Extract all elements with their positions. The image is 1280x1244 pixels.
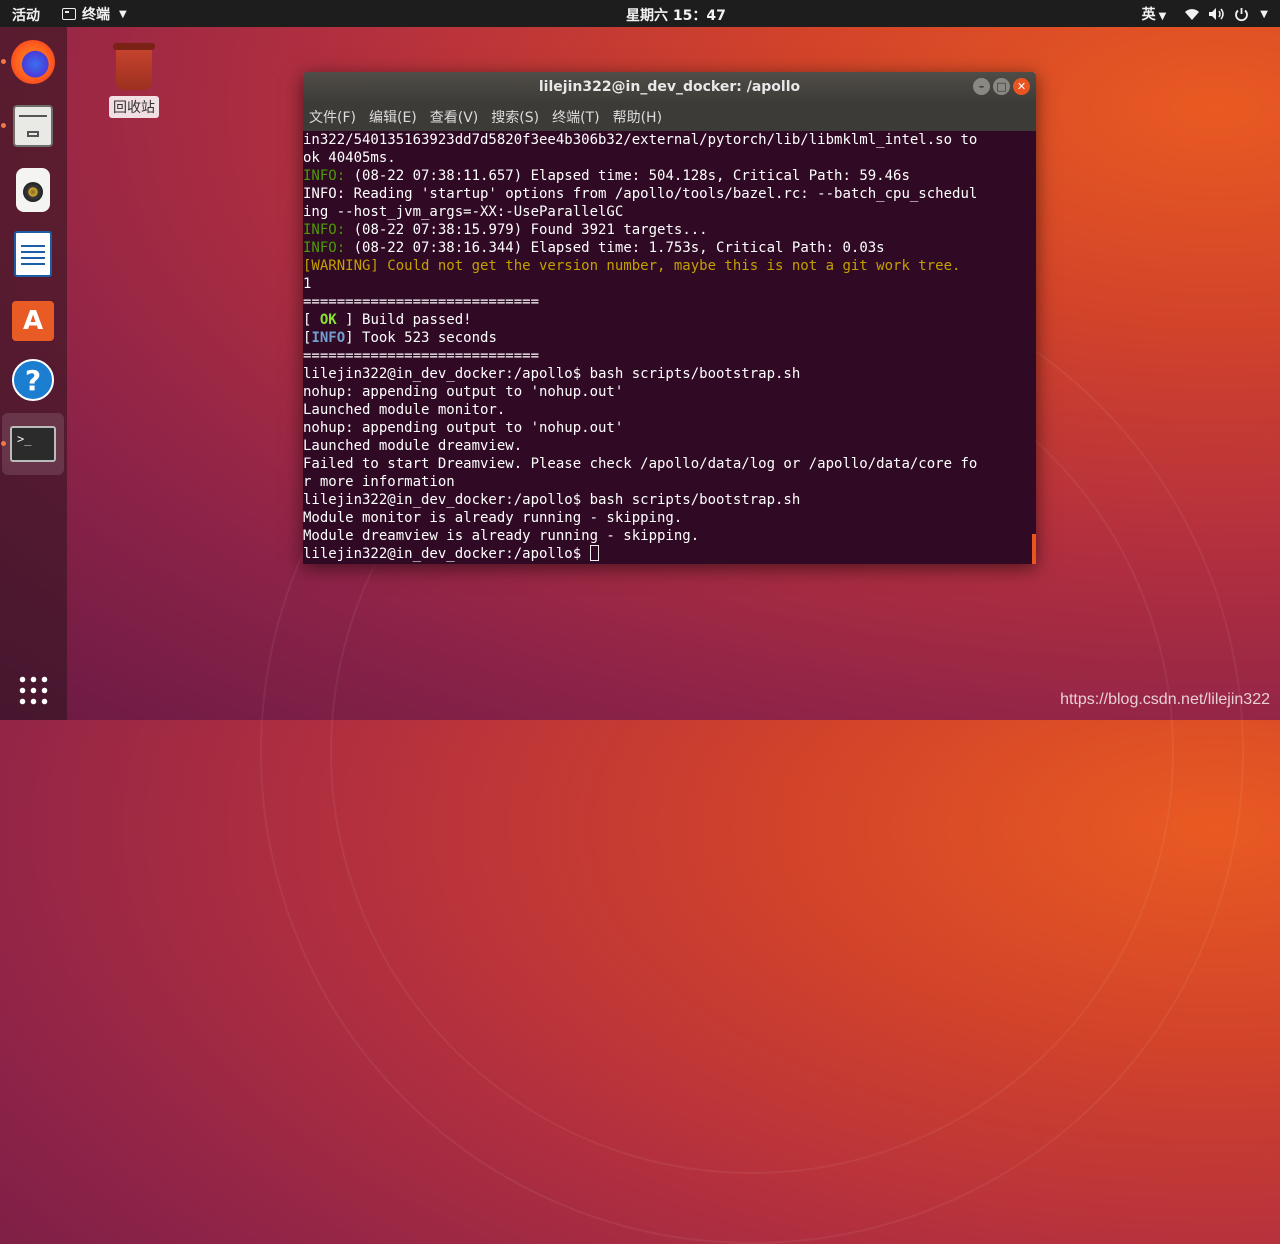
terminal-line: ing --host_jvm_args=-XX:-UseParallelGC (303, 204, 624, 220)
chevron-down-icon: ▼ (1158, 11, 1167, 22)
dock-item-terminal[interactable]: >_ (1, 413, 64, 475)
volume-icon (1209, 8, 1225, 20)
trash-label: 回收站 (109, 96, 159, 118)
system-tray: 英 ▼ ▼ (1142, 4, 1268, 24)
window-title: lilejin322@in_dev_docker: /apollo (538, 79, 801, 95)
firefox-icon (11, 40, 55, 84)
scrollbar-thumb[interactable] (1032, 534, 1036, 564)
terminal-line: Launched module monitor. (303, 402, 506, 418)
software-center-icon: A (12, 301, 54, 341)
terminal-line: in322/540135163923dd7d5820f3ee4b306b32/e… (303, 132, 978, 148)
terminal-line: nohup: appending output to 'nohup.out' (303, 384, 624, 400)
app-menu[interactable]: 终端 ▼ (62, 4, 127, 24)
dock: A ? >_ (0, 27, 67, 720)
terminal-output[interactable]: in322/540135163923dd7d5820f3ee4b306b32/e… (303, 131, 1036, 564)
activities-button[interactable]: 活动 (12, 5, 40, 25)
power-icon (1235, 7, 1249, 21)
desktop-trash[interactable]: 回收站 (107, 43, 161, 118)
info-prefix: INFO: (303, 168, 346, 184)
ok-label: OK (319, 312, 337, 328)
terminal-line: INFO: (08-22 07:38:11.657) Elapsed time:… (303, 167, 1036, 185)
build-status-line: [ OK ] Build passed! (303, 312, 472, 328)
terminal-line: lilejin322@in_dev_docker:/apollo$ bash s… (303, 492, 801, 508)
cursor (589, 545, 599, 561)
terminal-line: nohup: appending output to 'nohup.out' (303, 420, 624, 436)
terminal-line-text: (08-22 07:38:16.344) Elapsed time: 1.753… (353, 240, 885, 256)
terminal-line: Launched module dreamview. (303, 438, 523, 454)
terminal-line: r more information (303, 474, 455, 490)
terminal-line: Failed to start Dreamview. Please check … (303, 456, 978, 472)
info-prefix: INFO: (303, 222, 346, 238)
terminal-line-text: Took 523 seconds (362, 330, 497, 346)
show-applications-icon[interactable] (17, 674, 49, 706)
top-bar: 活动 终端 ▼ 星期六 15：47 英 ▼ ▼ (0, 0, 1280, 27)
info-label: INFO (311, 330, 346, 346)
menu-terminal[interactable]: 终端(T) (552, 107, 599, 127)
minimize-icon[interactable]: – (973, 78, 990, 95)
menu-bar: 文件(F) 编辑(E) 查看(V) 搜索(S) 终端(T) 帮助(H) (303, 102, 1036, 131)
dock-item-firefox[interactable] (1, 31, 64, 93)
running-indicator (1, 59, 6, 64)
terminal-line: INFO: (08-22 07:38:16.344) Elapsed time:… (303, 239, 1036, 257)
dock-item-rhythmbox[interactable] (2, 159, 64, 221)
running-indicator (1, 123, 6, 128)
dock-item-files[interactable] (1, 95, 64, 157)
terminal-line: INFO: (08-22 07:38:15.979) Found 3921 ta… (303, 221, 1036, 239)
window-controls: – □ ✕ (973, 78, 1030, 95)
maximize-icon[interactable]: □ (993, 78, 1010, 95)
menu-edit[interactable]: 编辑(E) (369, 107, 417, 127)
terminal-line: 1 (303, 276, 312, 292)
terminal-line: Module monitor is already running - skip… (303, 510, 683, 526)
terminal-line: lilejin322@in_dev_docker:/apollo$ bash s… (303, 366, 801, 382)
prompt-line: lilejin322@in_dev_docker:/apollo$ (303, 545, 1036, 563)
input-method-label: 英 (1141, 7, 1156, 23)
separator-line: ============================ (303, 294, 540, 310)
prompt-text: lilejin322@in_dev_docker:/apollo$ (303, 546, 590, 562)
terminal-line: Module dreamview is already running - sk… (303, 528, 700, 544)
chevron-down-icon: ▼ (1260, 8, 1268, 20)
wifi-icon (1185, 9, 1200, 20)
terminal-line-text: Build passed! (362, 312, 472, 328)
dock-item-software[interactable]: A (2, 287, 64, 349)
dock-item-help[interactable]: ? (2, 349, 64, 411)
trash-icon (113, 43, 155, 90)
running-indicator (1, 441, 6, 446)
app-menu-label: 终端 (82, 7, 110, 23)
menu-help[interactable]: 帮助(H) (613, 107, 662, 127)
files-icon (13, 105, 53, 147)
system-menu[interactable]: ▼ (1184, 7, 1268, 22)
menu-search[interactable]: 搜索(S) (491, 107, 539, 127)
libreoffice-writer-icon (14, 231, 52, 277)
terminal-line: ok 40405ms. (303, 150, 396, 166)
rhythmbox-icon (16, 168, 50, 212)
menu-file[interactable]: 文件(F) (309, 107, 356, 127)
help-icon: ? (12, 359, 54, 401)
terminal-line-text: (08-22 07:38:15.979) Found 3921 targets.… (353, 222, 708, 238)
watermark: https://blog.csdn.net/lilejin322 (1060, 691, 1270, 708)
separator-line: ============================ (303, 348, 540, 364)
window-titlebar[interactable]: lilejin322@in_dev_docker: /apollo – □ ✕ (303, 72, 1036, 102)
clock[interactable]: 星期六 15：47 (626, 5, 726, 25)
menu-view[interactable]: 查看(V) (430, 107, 479, 127)
terminal-app-icon (62, 8, 76, 20)
dock-item-writer[interactable] (2, 223, 64, 285)
terminal-icon: >_ (10, 426, 56, 462)
chevron-down-icon: ▼ (119, 8, 127, 20)
info-prefix: INFO: (303, 240, 346, 256)
terminal-window: lilejin322@in_dev_docker: /apollo – □ ✕ … (303, 72, 1036, 564)
terminal-line: INFO: Reading 'startup' options from /ap… (303, 186, 978, 202)
input-method-indicator[interactable]: 英 ▼ (1142, 4, 1167, 24)
terminal-line-text: (08-22 07:38:11.657) Elapsed time: 504.1… (353, 168, 910, 184)
build-time-line: [INFO] Took 523 seconds (303, 330, 497, 346)
close-icon[interactable]: ✕ (1013, 78, 1030, 95)
warning-line: [WARNING] Could not get the version numb… (303, 258, 961, 274)
